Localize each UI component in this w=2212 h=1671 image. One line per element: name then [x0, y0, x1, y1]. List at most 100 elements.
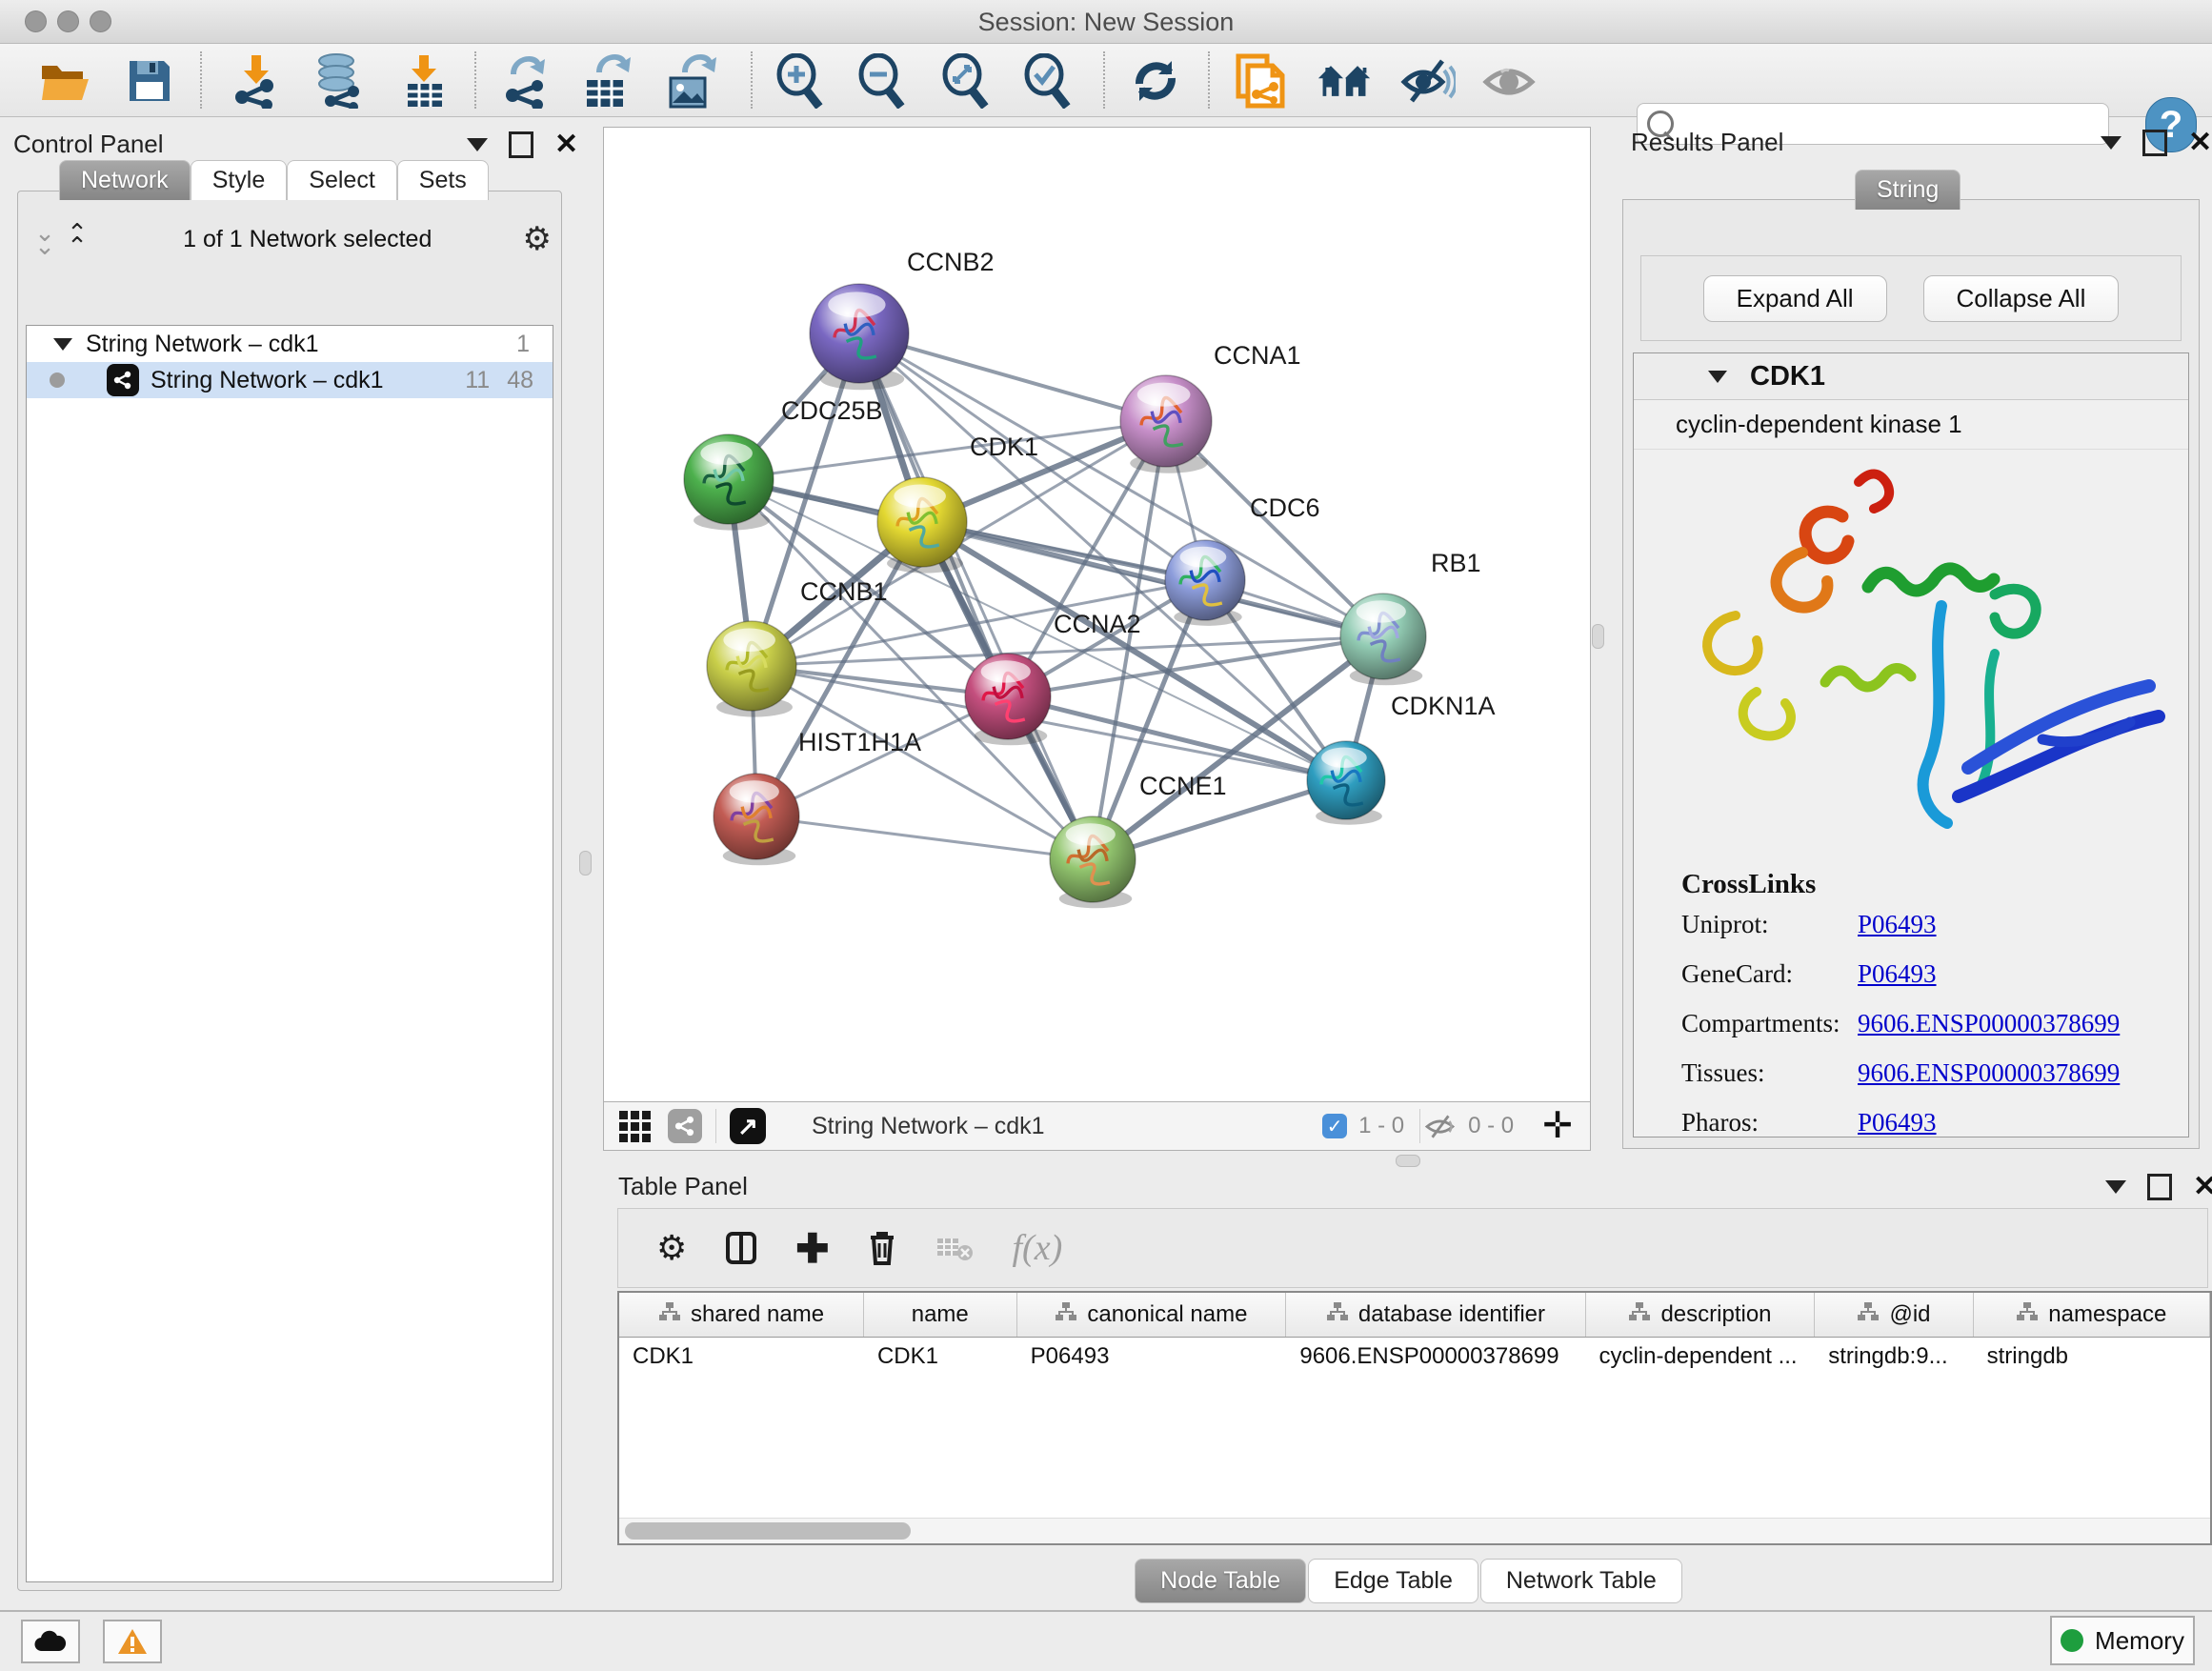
- protein-collapse-icon[interactable]: [1708, 371, 1727, 383]
- network-node-CCNE1[interactable]: [1050, 816, 1136, 908]
- network-node-HIST1H1A[interactable]: [714, 774, 799, 865]
- birds-eye-view-icon[interactable]: ✛: [1542, 1108, 1573, 1144]
- create-column-icon[interactable]: ✚: [795, 1225, 829, 1272]
- selected-nodes-checkbox-icon[interactable]: ✓: [1322, 1114, 1347, 1138]
- network-options-gear-icon[interactable]: ⚙: [523, 220, 552, 258]
- table-cell[interactable]: stringdb:9...: [1815, 1338, 1973, 1378]
- control-panel-close-icon[interactable]: ✕: [554, 134, 578, 155]
- table-panel-float-icon[interactable]: [2105, 1180, 2126, 1194]
- crosslink-link[interactable]: 9606.ENSP00000378699: [1858, 1009, 2120, 1038]
- tab-string[interactable]: String: [1855, 170, 1961, 210]
- export-table-icon[interactable]: [579, 53, 634, 109]
- tab-network[interactable]: Network: [59, 160, 191, 200]
- network-node-CCNB1[interactable]: [707, 621, 796, 717]
- zoom-out-icon[interactable]: [854, 53, 909, 109]
- column-header-name[interactable]: name: [864, 1293, 1017, 1337]
- network-node-CCNA1[interactable]: [1120, 375, 1212, 473]
- table-horizontal-scrollbar[interactable]: [619, 1518, 2210, 1543]
- warnings-button[interactable]: [103, 1620, 162, 1663]
- show-columns-icon[interactable]: [725, 1231, 757, 1265]
- results-panel-title: Results Panel: [1631, 128, 1783, 157]
- crosslink-link[interactable]: P06493: [1858, 1108, 1937, 1137]
- table-cell[interactable]: P06493: [1017, 1338, 1287, 1378]
- memory-button[interactable]: Memory: [2050, 1616, 2195, 1665]
- cloud-status-button[interactable]: [21, 1620, 80, 1663]
- tab-select[interactable]: Select: [287, 160, 396, 200]
- collection-expand-icon[interactable]: [53, 338, 72, 351]
- toolbar-separator: [1103, 51, 1105, 109]
- network-row[interactable]: String Network – cdk1 11 48: [27, 362, 553, 398]
- hide-selected-icon[interactable]: [1400, 53, 1456, 109]
- zoom-selected-icon[interactable]: [1019, 53, 1075, 109]
- duplicate-network-icon[interactable]: [1233, 53, 1288, 109]
- network-view-toolbar: ↗ String Network – cdk1 ✓ 1 - 0 0 - 0 ✛: [603, 1101, 1591, 1151]
- network-view-icon[interactable]: [668, 1109, 702, 1143]
- network-edge-HIST1H1A-CCNE1[interactable]: [756, 816, 1093, 859]
- table-row[interactable]: CDK1CDK1P064939606.ENSP00000378699cyclin…: [619, 1338, 2210, 1378]
- table-panel-maximize-icon[interactable]: [2147, 1174, 2172, 1200]
- save-session-icon[interactable]: [122, 53, 177, 109]
- export-image-icon[interactable]: [663, 53, 718, 109]
- table-options-gear-icon[interactable]: ⚙: [656, 1228, 687, 1268]
- zoom-in-icon[interactable]: [772, 53, 827, 109]
- bottom-splitter-handle[interactable]: [1396, 1155, 1420, 1167]
- import-network-file-icon[interactable]: [229, 53, 284, 109]
- crosslink-link[interactable]: 9606.ENSP00000378699: [1858, 1058, 2120, 1088]
- delete-column-icon[interactable]: [867, 1230, 897, 1266]
- results-panel-close-icon[interactable]: ✕: [2188, 132, 2212, 153]
- network-label: String Network – cdk1: [151, 367, 384, 394]
- detach-view-icon[interactable]: ↗: [730, 1108, 766, 1144]
- import-network-database-icon[interactable]: [311, 53, 366, 109]
- network-node-CDKN1A[interactable]: [1307, 741, 1385, 825]
- crosslink-row: GeneCard:P06493: [1681, 959, 2188, 989]
- crosslink-link[interactable]: P06493: [1858, 910, 1937, 939]
- table-cell[interactable]: stringdb: [1974, 1338, 2210, 1378]
- network-collection-row[interactable]: String Network – cdk1 1: [27, 326, 553, 362]
- network-node-RB1[interactable]: [1340, 594, 1426, 685]
- expand-all-button[interactable]: Expand All: [1703, 275, 1887, 322]
- crosslink-link[interactable]: P06493: [1858, 959, 1937, 989]
- refresh-view-icon[interactable]: [1128, 53, 1183, 109]
- column-header-shared-name[interactable]: shared name: [619, 1293, 864, 1337]
- expand-all-networks-icon[interactable]: ⌃⌃: [60, 226, 92, 252]
- tab-node-table[interactable]: Node Table: [1135, 1559, 1306, 1603]
- column-header-database-identifier[interactable]: database identifier: [1286, 1293, 1585, 1337]
- tab-sets[interactable]: Sets: [397, 160, 489, 200]
- scrollbar-thumb[interactable]: [625, 1522, 911, 1540]
- collapse-all-networks-icon[interactable]: ⌄⌄: [28, 226, 60, 252]
- tab-edge-table[interactable]: Edge Table: [1308, 1559, 1478, 1603]
- table-cell[interactable]: CDK1: [619, 1338, 864, 1378]
- table-cell[interactable]: 9606.ENSP00000378699: [1286, 1338, 1585, 1378]
- network-edge-CCNB2-CCNE1[interactable]: [859, 333, 1093, 859]
- zoom-fit-icon[interactable]: [937, 53, 993, 109]
- network-node-CDC6[interactable]: [1165, 540, 1245, 626]
- results-panel-float-icon[interactable]: [2101, 136, 2122, 150]
- column-header-description[interactable]: description: [1586, 1293, 1816, 1337]
- protein-section-header[interactable]: CDK1: [1634, 353, 2188, 400]
- network-canvas[interactable]: CCNB2CCNA1CDC25BCDK1CDC6RB1CCNB1CCNA2CDK…: [603, 127, 1591, 1102]
- results-panel-maximize-icon[interactable]: [2142, 130, 2167, 156]
- table-cell[interactable]: CDK1: [864, 1338, 1017, 1378]
- open-session-icon[interactable]: [38, 53, 93, 109]
- column-header--id[interactable]: @id: [1815, 1293, 1973, 1337]
- network-node-CCNA2[interactable]: [965, 654, 1051, 745]
- show-all-views-icon[interactable]: [1317, 53, 1372, 109]
- collapse-all-button[interactable]: Collapse All: [1923, 275, 2120, 322]
- column-header-canonical-name[interactable]: canonical name: [1017, 1293, 1287, 1337]
- table-cell[interactable]: cyclin-dependent ...: [1585, 1338, 1815, 1378]
- network-node-CDC25B[interactable]: [684, 434, 774, 531]
- right-splitter-handle[interactable]: [1592, 624, 1604, 649]
- show-hidden-icon[interactable]: [1482, 53, 1538, 109]
- tab-style[interactable]: Style: [191, 160, 288, 200]
- crosslinks-heading: CrossLinks: [1681, 869, 2188, 900]
- left-splitter-handle[interactable]: [579, 851, 592, 876]
- table-panel-close-icon[interactable]: ✕: [2193, 1177, 2212, 1198]
- export-network-icon[interactable]: [497, 53, 553, 109]
- column-header-namespace[interactable]: namespace: [1974, 1293, 2210, 1337]
- show-grid-views-icon[interactable]: [619, 1111, 651, 1142]
- control-panel-maximize-icon[interactable]: [509, 131, 533, 158]
- import-table-file-icon[interactable]: [396, 53, 452, 109]
- control-panel-float-icon[interactable]: [467, 138, 488, 151]
- tab-network-table[interactable]: Network Table: [1480, 1559, 1682, 1603]
- node-details-scroll[interactable]: CDK1 cyclin-dependent kinase 1: [1633, 352, 2189, 1137]
